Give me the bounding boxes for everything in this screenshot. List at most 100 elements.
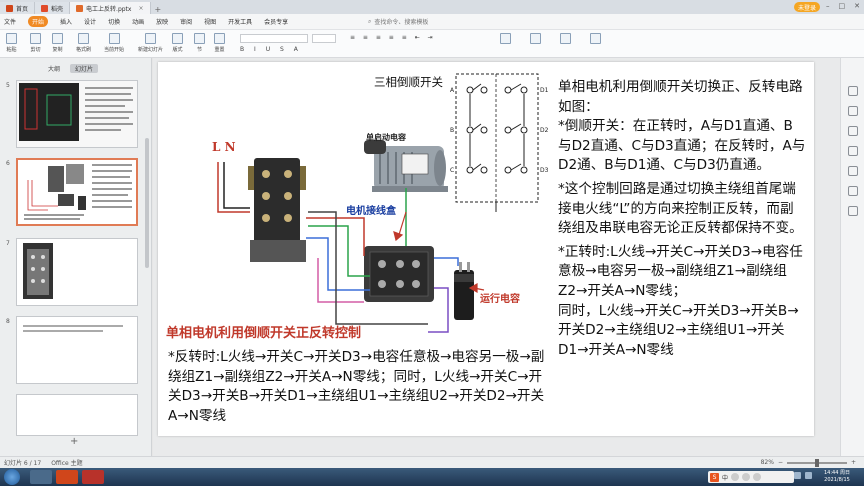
- paragraph-tools[interactable]: ≡ ≡ ≡ ≡ ≡ ⇤ ⇥: [350, 34, 470, 43]
- command-search[interactable]: ⌕ 查找命令、搜索模板: [368, 17, 429, 27]
- format-painter-button[interactable]: 格式刷: [76, 33, 91, 53]
- ime-dot-icon: [753, 473, 762, 481]
- slide-thumbnail-active[interactable]: [16, 158, 138, 226]
- menu-devtools[interactable]: 开发工具: [228, 17, 252, 26]
- volume-icon[interactable]: [805, 472, 812, 479]
- ime-dot-icon: [731, 473, 740, 481]
- settings-icon[interactable]: [848, 206, 858, 216]
- ppt-icon: [76, 4, 84, 12]
- cut-button[interactable]: 剪切: [30, 33, 41, 53]
- menu-design[interactable]: 设计: [84, 17, 96, 26]
- slide-thumbnail[interactable]: [16, 316, 138, 384]
- slide-thumbnail[interactable]: [16, 238, 138, 306]
- menu-animation[interactable]: 动画: [132, 17, 144, 26]
- menu-review[interactable]: 审阅: [180, 17, 192, 26]
- star-icon[interactable]: [848, 186, 858, 196]
- shape-icon: [530, 33, 541, 44]
- panel-scrollbar[interactable]: [145, 138, 149, 268]
- wps-app-icon[interactable]: [56, 470, 78, 484]
- menu-file[interactable]: 文件: [4, 17, 16, 26]
- network-icon[interactable]: [794, 472, 801, 479]
- properties-icon[interactable]: [848, 166, 858, 176]
- menu-start[interactable]: 开始: [28, 16, 49, 27]
- section-button[interactable]: 节: [194, 33, 205, 53]
- minimize-icon[interactable]: –: [826, 2, 830, 10]
- arrange-icon: [560, 33, 571, 44]
- font-family-select[interactable]: [240, 34, 308, 43]
- slide-thumbnail[interactable]: [16, 394, 138, 436]
- section-icon: [194, 33, 205, 44]
- font-size-select[interactable]: [312, 34, 336, 43]
- tab-home[interactable]: 首页: [0, 2, 36, 14]
- windows-start-icon[interactable]: [4, 469, 20, 485]
- brush-icon: [78, 33, 89, 44]
- layout-icon: [172, 33, 183, 44]
- slide-number: 5: [6, 82, 10, 89]
- new-slide-button[interactable]: 新建幻灯片: [138, 33, 163, 53]
- close-tab-icon[interactable]: ×: [138, 5, 143, 12]
- tab-docer[interactable]: 稻壳: [35, 2, 71, 14]
- slide-number: 6: [6, 160, 10, 167]
- text-control-note: *这个控制回路是通过切换主绕组首尾端接电火线“L”的方向来控制正反转，而副绕组及…: [558, 180, 803, 237]
- brush-icon[interactable]: [848, 106, 858, 116]
- close-icon[interactable]: ✕: [854, 2, 860, 10]
- terminal-label: D3: [540, 167, 549, 174]
- tab-outline[interactable]: 大纲: [48, 64, 60, 73]
- play-current-button[interactable]: 当前开始: [104, 33, 124, 53]
- slide-thumbnail[interactable]: [16, 80, 138, 148]
- zoom-slider[interactable]: [786, 458, 847, 467]
- copy-button[interactable]: 复制: [52, 33, 63, 53]
- thumbnail-image: [24, 164, 132, 220]
- add-slide-icon[interactable]: +: [70, 436, 78, 447]
- text-forward-path: *正转时:L火线→开关C→开关D3→电容任意极→电容另一极→副绕组Z1→副绕组Z…: [558, 243, 803, 299]
- new-tab-icon[interactable]: +: [155, 5, 162, 14]
- zoom-value: 82%: [760, 459, 774, 466]
- zoom-out-icon[interactable]: −: [778, 459, 783, 466]
- paste-button[interactable]: 粘贴: [6, 33, 17, 53]
- text-intro: 单相电机利用倒顺开关切换正、反转电路如图：: [558, 79, 803, 115]
- search-placeholder: 查找命令、搜索模板: [374, 19, 429, 26]
- play-icon: [108, 33, 120, 44]
- right-side-toolbar: [840, 58, 864, 456]
- menu-view[interactable]: 视图: [204, 17, 216, 26]
- reverse-path-text: *反转时:L火线→开关C→开关D3→电容任意极→电容另一极→副绕组Z1→副绕组Z…: [168, 349, 545, 424]
- shape-icon[interactable]: [848, 126, 858, 136]
- select-icon[interactable]: [848, 86, 858, 96]
- folder-icon[interactable]: [30, 470, 52, 484]
- arrange-button[interactable]: [560, 33, 571, 46]
- title-bar: 首页 稻壳 电工上反转.pptx × + 未登录 – □ ✕: [0, 0, 864, 14]
- slide-canvas[interactable]: A B C D1 D2 D3 三相倒顺开关 单启动电容 电机接线盒 运行电容 L…: [158, 62, 814, 436]
- slide-counter: 幻灯片 6 / 17: [4, 460, 42, 467]
- tab-label: 电工上反转.pptx: [86, 5, 132, 13]
- menu-member[interactable]: 会员专享: [264, 17, 288, 26]
- home-icon: [6, 4, 13, 12]
- reset-button[interactable]: 重置: [214, 33, 225, 53]
- status-bar: 幻灯片 6 / 17 Office 主题 82% − +: [0, 456, 864, 468]
- input-method-bar[interactable]: S 中: [708, 471, 794, 483]
- zoom-slider-knob[interactable]: [814, 458, 819, 467]
- zoom-in-icon[interactable]: +: [851, 459, 856, 466]
- text-forward-path-2: 同时，L火线→开关C→开关D3→开关B→开关D2→主绕组U2→主绕组U1→开关D…: [558, 302, 799, 358]
- menu-transition[interactable]: 切换: [108, 17, 120, 26]
- ime-mode: 中: [722, 474, 729, 482]
- tab-slides[interactable]: 幻灯片: [70, 64, 99, 73]
- text-format-row[interactable]: B I U S A: [240, 46, 336, 55]
- window-controls: – □ ✕: [826, 2, 860, 10]
- menu-insert[interactable]: 插入: [60, 17, 72, 26]
- maximize-icon[interactable]: □: [839, 2, 846, 10]
- ribbon-toolbar: 粘贴 剪切 复制 格式刷 当前开始 新建幻灯片 版式 节 重置 B I U S …: [0, 30, 864, 58]
- thumbnail-image: [23, 243, 53, 299]
- menu-slideshow[interactable]: 放映: [156, 17, 168, 26]
- clock[interactable]: 14:44 周日 2021/8/15: [824, 470, 850, 484]
- tab-document[interactable]: 电工上反转.pptx ×: [70, 2, 151, 14]
- animation-icon[interactable]: [848, 146, 858, 156]
- shape-button[interactable]: [530, 33, 541, 46]
- quick-style-button[interactable]: [590, 33, 601, 46]
- recorder-app-icon[interactable]: [82, 470, 104, 484]
- user-badge[interactable]: 未登录: [793, 2, 820, 12]
- os-taskbar: S 中 14:44 周日 2021/8/15: [0, 468, 864, 486]
- zoom-control: 82% − +: [760, 458, 856, 467]
- layout-button[interactable]: 版式: [172, 33, 183, 53]
- new-slide-icon: [145, 33, 156, 44]
- textbox-button[interactable]: [500, 33, 511, 46]
